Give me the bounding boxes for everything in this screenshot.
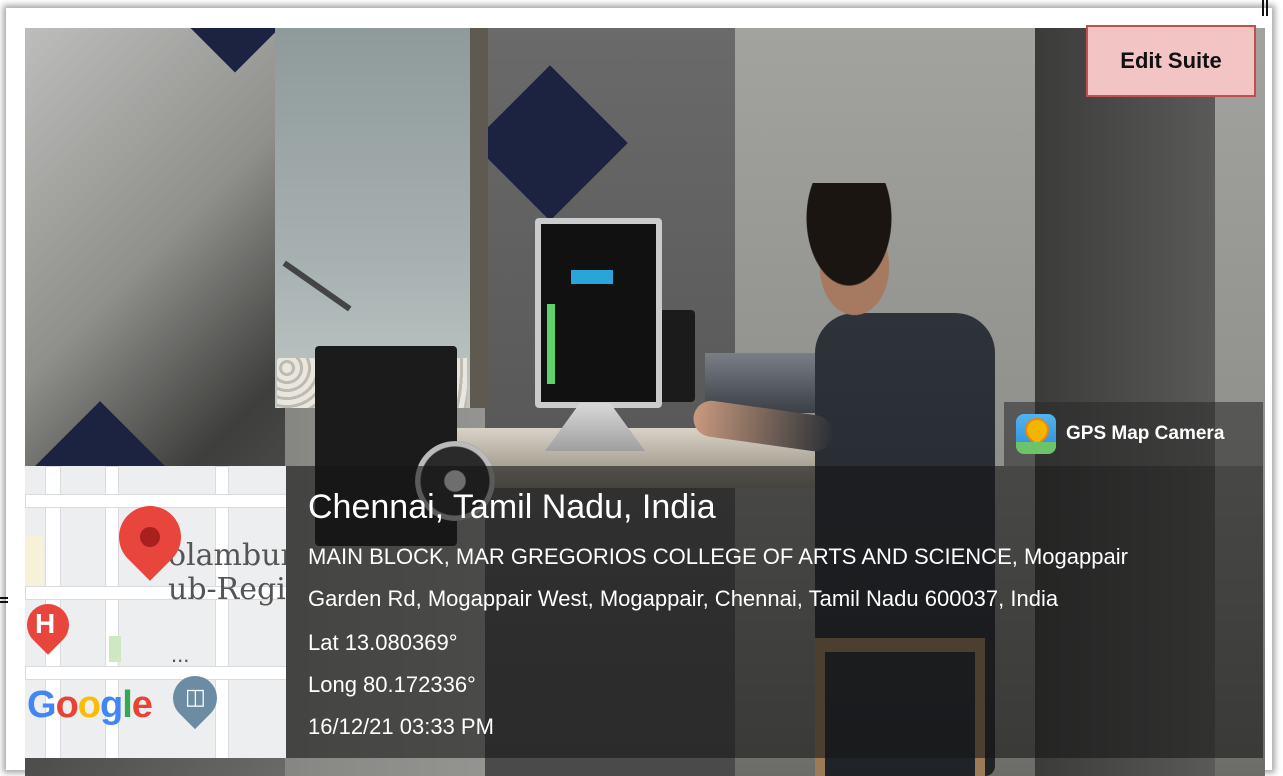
location-map-thumbnail: olambur ub-Regis H ... ◫ Google xyxy=(25,466,286,758)
location-city: Chennai, Tamil Nadu, India xyxy=(308,488,716,526)
gps-map-camera-label: GPS Map Camera xyxy=(1066,423,1225,444)
timestamp: 16/12/21 03:33 PM xyxy=(308,714,494,739)
gps-map-camera-tag: GPS Map Camera xyxy=(1004,402,1263,466)
geo-info-overlay: Chennai, Tamil Nadu, India MAIN BLOCK, M… xyxy=(286,466,1263,758)
gps-map-camera-icon xyxy=(1016,414,1056,454)
google-logo: Google xyxy=(27,684,153,726)
bank-icon: ◫ xyxy=(185,684,206,709)
location-pin-dot xyxy=(140,527,160,547)
person-head xyxy=(805,183,915,323)
map-label-line1: olambur xyxy=(168,538,286,573)
edge-mark-left xyxy=(0,597,8,603)
latitude: Lat 13.080369° xyxy=(308,630,458,655)
map-label-line2: ub-Regis xyxy=(168,572,286,607)
edit-suite-badge: Edit Suite xyxy=(1086,25,1256,97)
address-line-2: Garden Rd, Mogappair West, Mogappair, Ch… xyxy=(308,586,1059,611)
map-dots: ... xyxy=(171,642,190,667)
hospital-letter: H xyxy=(35,608,56,639)
address-line-1: MAIN BLOCK, MAR GREGORIOS COLLEGE OF ART… xyxy=(308,544,1128,569)
longitude: Long 80.172336° xyxy=(308,672,476,697)
edge-mark-right xyxy=(1262,0,1268,16)
imac-monitor xyxy=(535,218,662,408)
